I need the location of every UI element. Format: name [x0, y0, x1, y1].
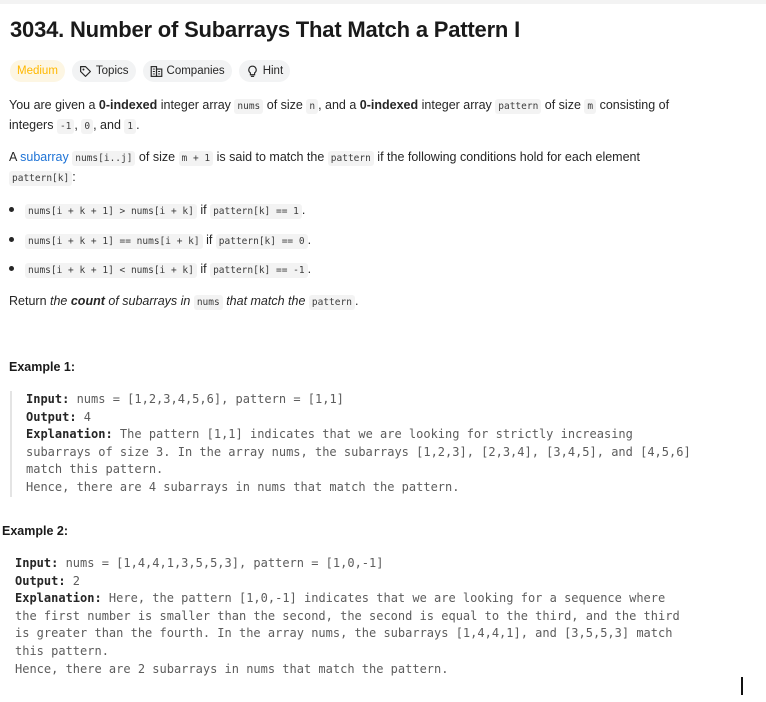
description-paragraph-3: Return the count of subarrays in nums th…	[9, 294, 359, 310]
description-paragraph-2: A subarray nums[i..j] of size m + 1 is s…	[9, 150, 640, 186]
tag-bar: Medium Topics Companies Hint	[10, 60, 291, 82]
lightbulb-icon	[246, 65, 259, 78]
condition-bullet: nums[i + k + 1] < nums[i + k] if pattern…	[9, 260, 311, 280]
bullet-dot	[9, 237, 14, 243]
example-2-heading: Example 2:	[2, 524, 69, 538]
example-1-block: Input: nums = [1,2,3,4,5,6], pattern = […	[10, 391, 691, 497]
bullet-dot	[9, 207, 14, 213]
bullet-dot	[9, 266, 14, 272]
companies-label: Companies	[166, 65, 225, 77]
difficulty-badge[interactable]: Medium	[10, 60, 65, 82]
topics-label: Topics	[95, 65, 129, 77]
hint-tag[interactable]: Hint	[238, 60, 291, 82]
condition-bullet: nums[i + k + 1] == nums[i + k] if patter…	[9, 231, 311, 251]
building-icon	[150, 65, 163, 78]
example-1-heading: Example 1:	[9, 360, 76, 374]
text-cursor	[741, 677, 743, 695]
tag-icon	[79, 65, 92, 78]
problem-title: 3034. Number of Subarrays That Match a P…	[10, 17, 520, 42]
subarray-link[interactable]: subarray	[20, 150, 69, 164]
top-divider	[0, 0, 766, 4]
hint-label: Hint	[262, 65, 284, 77]
companies-tag[interactable]: Companies	[142, 60, 232, 82]
description-paragraph-1: You are given a 0-indexed integer array …	[9, 98, 670, 134]
topics-tag[interactable]: Topics	[71, 60, 136, 82]
condition-bullet: nums[i + k + 1] > nums[i + k] if pattern…	[9, 201, 305, 221]
example-2-block: Input: nums = [1,4,4,1,3,5,5,3], pattern…	[15, 556, 680, 676]
